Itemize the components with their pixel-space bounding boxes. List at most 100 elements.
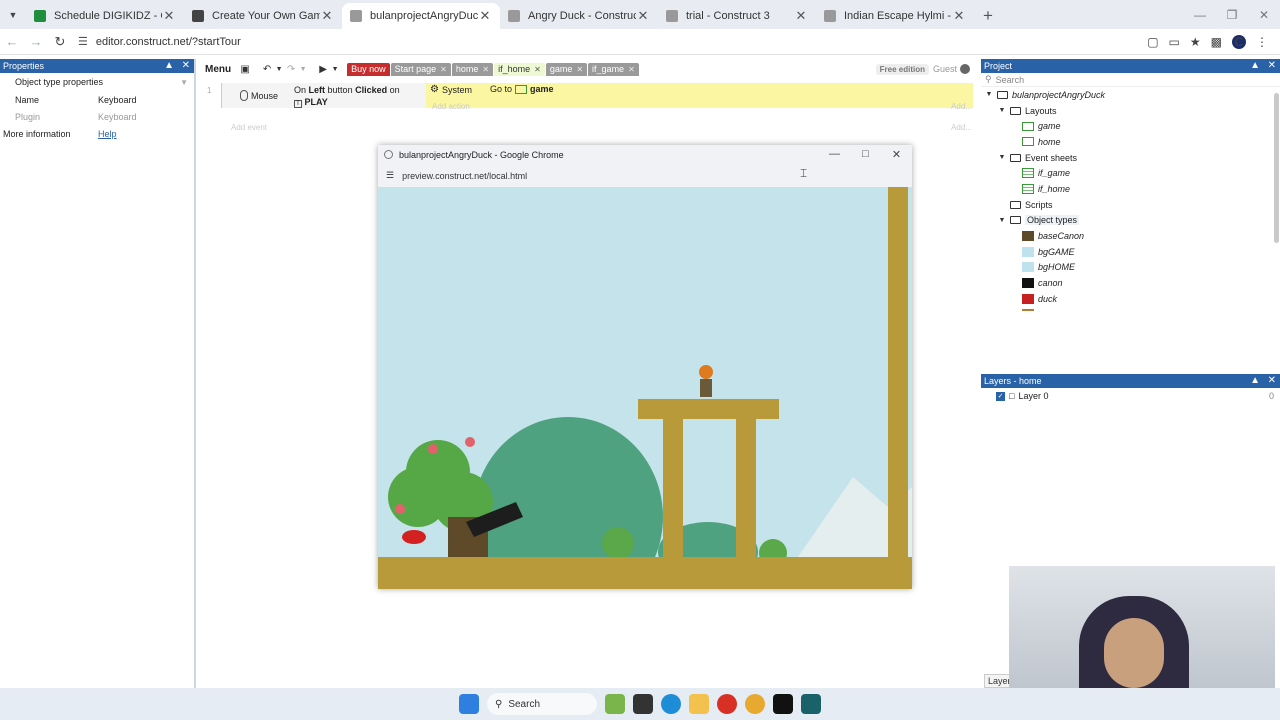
object-type-item[interactable]: bgGAME [981, 244, 1280, 260]
redo-dropdown-icon[interactable]: ▼ [299, 66, 307, 73]
play-preview-icon[interactable]: ▶ [315, 64, 331, 75]
windows-start-icon[interactable] [459, 694, 479, 714]
guest-account[interactable]: Guest [933, 64, 970, 74]
editor-tab-close-icon[interactable]: ✕ [576, 63, 583, 76]
property-row-name[interactable]: Name Keyboard [0, 91, 194, 108]
tab-search-chevron-icon[interactable]: ▼ [0, 0, 26, 29]
expand-icon[interactable]: ▼ [985, 91, 993, 98]
taskbar-search[interactable]: ⚲ Search [487, 693, 597, 715]
pin-icon[interactable]: ▲ [1250, 59, 1260, 73]
close-window-icon[interactable]: ✕ [1248, 0, 1280, 29]
bookmark-star-icon[interactable]: ★ [1190, 35, 1201, 49]
file-explorer-icon[interactable] [689, 694, 709, 714]
tab-close-icon[interactable]: ✕ [794, 8, 808, 24]
undo-icon[interactable]: ↶ [259, 64, 275, 75]
redo-icon[interactable]: ↷ [283, 64, 299, 75]
browser-tab[interactable]: Schedule DIGIKIDZ - Google Sh✕ [26, 3, 184, 29]
capcut-icon[interactable] [773, 694, 793, 714]
tree-folder-eventsheets[interactable]: ▼ Event sheets [981, 150, 1280, 166]
save-icon[interactable]: ▣ [237, 64, 253, 75]
layout-item[interactable]: home [981, 134, 1280, 150]
editor-tab-close-icon[interactable]: ✕ [534, 63, 541, 76]
profile-avatar[interactable]: C [1232, 34, 1246, 49]
pin-icon[interactable]: ▲ [1250, 374, 1260, 388]
tree-root[interactable]: ▼ bulanprojectAngryDuck [981, 87, 1280, 103]
condition-text[interactable]: On Left button Clicked on T PLAY [292, 83, 426, 108]
add-right-link[interactable]: Add... [951, 102, 972, 111]
condition-object[interactable]: Mouse [222, 83, 292, 108]
edge-icon[interactable] [661, 694, 681, 714]
task-view-icon[interactable] [633, 694, 653, 714]
expand-icon[interactable]: ▼ [998, 107, 1006, 114]
eventsheet-item[interactable]: if_home [981, 181, 1280, 197]
object-type-item[interactable]: bgHOME [981, 260, 1280, 276]
expand-icon[interactable]: ▼ [998, 154, 1006, 161]
layer-visible-checkbox[interactable]: ✓ [996, 391, 1005, 401]
game-canvas[interactable] [378, 187, 912, 589]
tab-close-icon[interactable]: ✕ [320, 8, 334, 24]
help-link[interactable]: Help [98, 129, 194, 139]
clipboard-icon[interactable]: ▢ [1147, 35, 1158, 49]
minimize-icon[interactable]: — [1184, 0, 1216, 29]
editor-tab[interactable]: home ✕ [451, 62, 494, 76]
preview-dropdown-icon[interactable]: ▼ [331, 66, 339, 73]
minimize-icon[interactable]: — [819, 148, 850, 161]
menu-button[interactable]: Menu [199, 61, 237, 78]
tab-close-icon[interactable]: ✕ [952, 8, 966, 24]
back-icon[interactable]: ← [0, 34, 24, 49]
object-type-properties-section[interactable]: Object type properties ▼ [0, 73, 194, 91]
restore-icon[interactable]: ❐ [1216, 0, 1248, 29]
editor-tab[interactable]: game ✕ [545, 62, 588, 76]
action-text[interactable]: Go to game [490, 84, 554, 94]
action-block[interactable]: ⚙ System Go to game [426, 83, 973, 108]
forward-icon[interactable]: → [24, 34, 48, 49]
browser-tab[interactable]: Angry Duck - Construct 3✕ [500, 3, 658, 29]
action-object[interactable]: ⚙ System [426, 84, 484, 95]
omnibox[interactable]: ☰ editor.construct.net/?startTour [78, 35, 1147, 49]
object-type-item[interactable]: baseCanon [981, 228, 1280, 244]
tree-folder-layouts[interactable]: ▼ Layouts [981, 103, 1280, 119]
layer-row[interactable]: ✓ □ Layer 0 0 [981, 388, 1280, 404]
widgets-icon[interactable] [605, 694, 625, 714]
site-info-icon[interactable]: ☰ [386, 170, 394, 181]
collapse-chevron-icon[interactable]: ▼ [180, 78, 188, 87]
close-panel-icon[interactable]: ✕ [1268, 374, 1276, 388]
editor-tab[interactable]: Buy now [347, 62, 390, 76]
event-row[interactable]: 1 Mouse On Left button Clicked on T PLAY… [207, 83, 973, 108]
tab-close-icon[interactable]: ✕ [478, 8, 492, 24]
project-scrollbar[interactable] [1274, 93, 1279, 243]
add-action-link[interactable]: Add action [432, 102, 470, 111]
chrome-profile-icon[interactable] [745, 694, 765, 714]
chrome-icon[interactable] [717, 694, 737, 714]
lock-icon[interactable]: □ [1009, 391, 1014, 401]
pin-icon[interactable]: ▲ [164, 59, 174, 73]
add-right-link-2[interactable]: Add... [951, 123, 972, 132]
layout-item[interactable]: game [981, 118, 1280, 134]
property-value[interactable]: Keyboard [98, 95, 194, 105]
maximize-icon[interactable]: □ [850, 148, 881, 161]
editor-tab[interactable]: Start page ✕ [390, 62, 451, 76]
close-icon[interactable]: ✕ [881, 148, 912, 161]
tree-folder-objecttypes[interactable]: ▼ Object types [981, 213, 1280, 229]
kebab-menu-icon[interactable]: ⋮ [1256, 35, 1268, 49]
editor-tab-close-icon[interactable]: ✕ [482, 63, 489, 76]
editor-tab-close-icon[interactable]: ✕ [628, 63, 635, 76]
object-type-item[interactable]: canon [981, 275, 1280, 291]
expand-icon[interactable]: ▼ [998, 217, 1006, 224]
browser-tab[interactable]: Indian Escape Hylmi - Construc✕ [816, 3, 974, 29]
undo-dropdown-icon[interactable]: ▼ [275, 66, 283, 73]
project-search[interactable]: ⚲ Search [981, 73, 1280, 87]
free-edition-badge[interactable]: Free edition [875, 63, 929, 75]
close-panel-icon[interactable]: ✕ [1268, 59, 1276, 73]
browser-tab[interactable]: Create Your Own Games - Free✕ [184, 3, 342, 29]
editor-tab-close-icon[interactable]: ✕ [440, 63, 447, 76]
new-tab-button[interactable]: + [974, 3, 1002, 29]
site-info-icon[interactable]: ☰ [78, 35, 88, 48]
tab-close-icon[interactable]: ✕ [636, 8, 650, 24]
editor-tab[interactable]: if_game ✕ [588, 62, 639, 76]
object-type-item[interactable]: duck [981, 291, 1280, 307]
add-event-link[interactable]: Add event [231, 123, 267, 132]
browser-tab[interactable]: bulanprojectAngryDuck - Const✕ [342, 3, 500, 29]
eventsheet-item[interactable]: if_game [981, 165, 1280, 181]
cast-icon[interactable]: ▭ [1169, 35, 1180, 49]
